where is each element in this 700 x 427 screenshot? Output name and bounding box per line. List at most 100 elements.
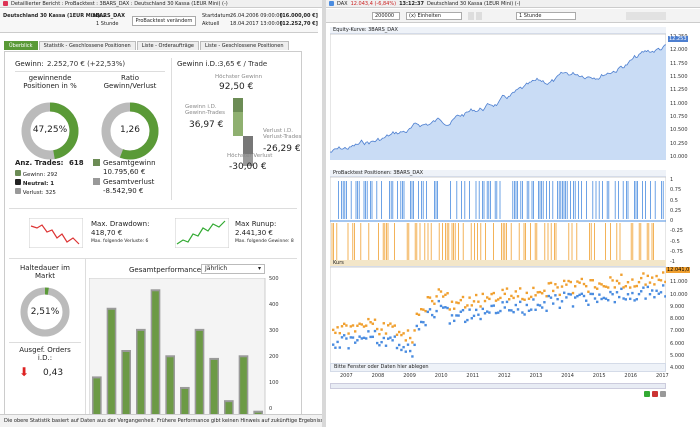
neutral-value: 1 — [50, 181, 55, 187]
perf-bar-fill — [137, 330, 145, 416]
axis-tick: 9.000 — [670, 303, 685, 310]
divider — [9, 342, 81, 343]
zoom-out-icon[interactable] — [651, 391, 658, 397]
perf-bar-fill — [122, 352, 130, 416]
black-square-icon — [15, 179, 21, 185]
year-tick: 2008 — [371, 373, 385, 379]
tab-closed-list[interactable]: Liste - Geschlossene Positionen — [199, 41, 289, 50]
time-scrollbar[interactable] — [330, 383, 666, 389]
tab-overview[interactable]: Überblick — [4, 41, 38, 50]
total-loss-label: Gesamtverlust — [103, 178, 155, 186]
total-loss-value: -8.542,90 € — [103, 187, 144, 195]
chart-symbol: DAX — [337, 0, 348, 7]
avg-loss-bar — [243, 136, 253, 154]
axis-tick: 1 — [670, 177, 674, 183]
equity-chart — [330, 34, 666, 160]
runup-sparkline — [175, 218, 229, 248]
best-gain-label: Höchster Gewinn — [215, 74, 263, 80]
change-backtest-button[interactable]: ProBacktest verändern — [132, 16, 196, 26]
total-gain-icon — [93, 159, 100, 166]
drawdown-sparkline — [29, 218, 83, 248]
perf-bar-fill — [152, 291, 159, 416]
price-last-tag: 12.041,0 — [666, 267, 691, 273]
perf-bar-chart — [89, 278, 266, 416]
link-icon[interactable] — [476, 12, 482, 20]
worst-loss-value: -30,00 € — [229, 162, 267, 172]
winning-pct: 47,25% — [32, 125, 68, 135]
winners-label: Gewinn: — [22, 172, 46, 178]
axis-tick: 11.000 — [670, 279, 688, 286]
start-date-label: Startdatum: — [202, 13, 233, 19]
timeframe-select[interactable]: 1 Stunde — [516, 12, 576, 20]
winning-label: gewinnende Positionen in % — [23, 74, 77, 90]
gain-value: 2.252,70 € (+22,53%) — [47, 60, 126, 68]
axis-tick: 10.000 — [670, 154, 688, 160]
axis-tick: 0.75 — [670, 187, 682, 194]
end-date-label: Aktuell — [202, 21, 220, 27]
chart-tools-icon[interactable] — [626, 12, 666, 20]
drop-zone[interactable]: Bitte Fenster oder Daten hier ablegen — [330, 363, 666, 372]
divider — [85, 258, 86, 416]
trades-value: 618 — [69, 159, 84, 167]
trades-label: Anz. Trades: — [15, 159, 64, 167]
price-y-axis: 12.00011.00010.0009.0008.0007.0006.0005.… — [668, 267, 698, 371]
axis-tick: -0.75 — [670, 248, 683, 255]
chart-price: 12.043,4 (-6,84%) — [350, 0, 397, 7]
ratio-value: 1,26 — [119, 125, 141, 135]
perf-bar-fill — [181, 388, 189, 416]
chart-icon — [329, 1, 334, 6]
hold-label: Haltedauer im Markt — [20, 264, 70, 280]
perf-period-value: Jährlich — [205, 265, 228, 272]
total-gain-label: Gesamtgewinn — [103, 159, 156, 167]
perf-axis-tick: 400 — [269, 302, 279, 308]
pin-icon[interactable] — [468, 12, 474, 20]
chart-toolbar: 200000 (x) Einheiten 1 Stunde — [326, 9, 700, 23]
end-price: [12.252,70 €] — [280, 21, 318, 27]
tab-closed-stats[interactable]: Statistik - Geschlossene Positionen — [38, 41, 136, 50]
axis-tick: 10.000 — [670, 291, 688, 298]
report-header: Deutschland 30 Kassa (1EUR Mini)... 3BAR… — [0, 9, 318, 33]
axis-tick: -0.25 — [670, 228, 683, 235]
drawdown-label: Max. Drawdown: — [91, 220, 150, 228]
avg-win-label: Gewinn i.D. Gewinn-Trades — [185, 104, 226, 116]
year-tick: 2017 — [656, 373, 669, 379]
price-chart — [330, 267, 666, 371]
time-axis: 2007 2008 2009 2010 2011 2012 2013 2014 2015 2016… — [330, 373, 669, 381]
axis-tick: 10.250 — [670, 140, 688, 147]
positions-chart — [330, 177, 666, 265]
units-input[interactable]: 200000 — [372, 12, 400, 20]
chevron-down-icon: ▾ — [257, 265, 261, 272]
divider — [15, 71, 165, 72]
year-tick: 2013 — [529, 373, 543, 379]
chart-instrument: Deutschland 30 Kassa (1EUR Mini) (-) — [426, 0, 521, 7]
perf-axis-tick: 500 — [269, 276, 279, 282]
zoom-in-icon[interactable] — [644, 391, 650, 397]
year-tick: 2009 — [403, 373, 416, 379]
avg-gain-value: 3,65 € / Trade — [219, 60, 268, 68]
report-icon — [3, 1, 8, 6]
axis-tick: 0.25 — [670, 207, 682, 214]
positions-title: ProBacktest Positionen: 3BARS_DAX — [330, 170, 666, 177]
total-gain-value: 10.795,60 € — [103, 168, 146, 176]
perf-bar-fill — [210, 359, 218, 416]
neutral-row: Neutral: 1 — [15, 179, 54, 187]
winners-value: 292 — [47, 172, 58, 178]
timeframe-value: 1 Stunde — [519, 13, 542, 19]
units-select[interactable]: (x) Einheiten — [406, 12, 462, 20]
perf-period-select[interactable]: Jährlich ▾ — [201, 264, 265, 274]
axis-tick: 11.250 — [670, 87, 688, 94]
axis-tick: 7.000 — [670, 328, 685, 335]
instrument-name: Deutschland 30 Kassa (1EUR Mini)... — [3, 13, 106, 19]
runup-sub: Max. folgende Gewinne: 8 — [235, 239, 294, 244]
divider — [9, 208, 297, 209]
drawdown-value: 418,70 € — [91, 229, 123, 237]
axis-tick: 10.500 — [670, 127, 688, 134]
overview-panel: Gewinn: 2.252,70 € (+22,53%) gewinnende … — [4, 51, 302, 417]
ratio-label: Ratio Gewinn/Verlust — [103, 74, 157, 90]
tab-orders[interactable]: Liste - Orderaufträge — [136, 41, 199, 50]
reset-icon[interactable] — [659, 391, 666, 397]
axis-tick: 11.000 — [670, 100, 688, 107]
zoom-controls — [644, 391, 694, 398]
hold-value: 2,51% — [30, 307, 60, 317]
year-tick: 2007 — [340, 373, 353, 379]
